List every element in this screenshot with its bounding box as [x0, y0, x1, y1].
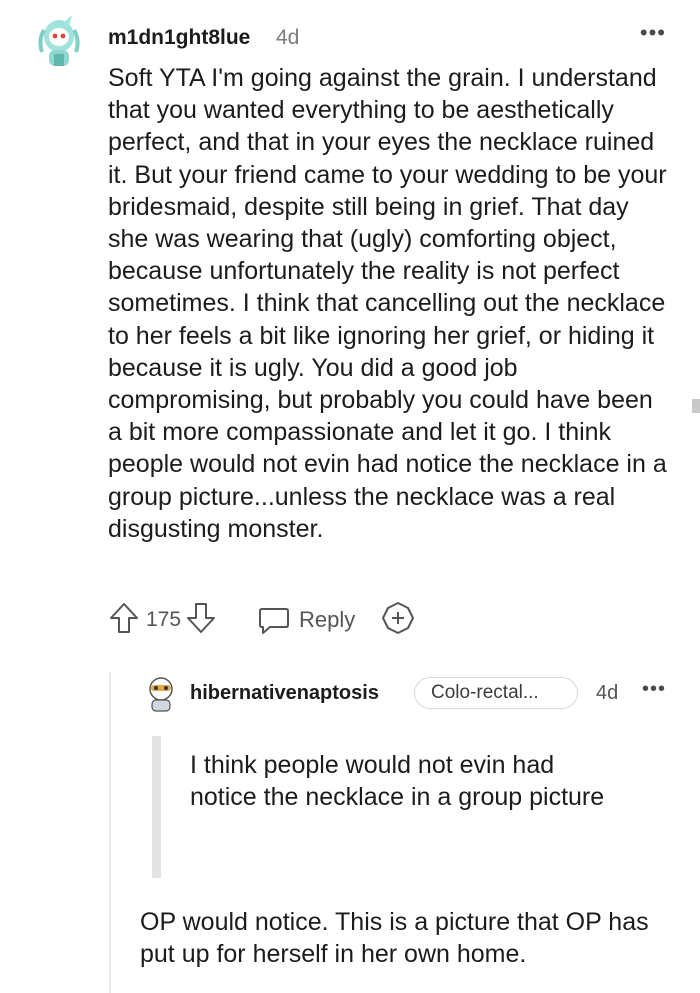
comment-username[interactable]: m1dn1ght8lue [108, 26, 250, 50]
reply-age: 4d [596, 682, 619, 704]
snoo-avatar-icon [149, 677, 173, 712]
reply-username[interactable]: hibernativenaptosis [190, 682, 379, 705]
more-options-icon[interactable]: ••• [640, 20, 666, 46]
vote-count: 175 [146, 608, 182, 631]
comment-actions: 175 Reply [108, 600, 415, 640]
thread-line[interactable] [109, 672, 111, 993]
reply-button[interactable]: Reply [257, 605, 355, 635]
scrollbar-thumb[interactable] [692, 399, 700, 413]
upvote-icon[interactable] [108, 601, 140, 640]
reply-body: OP would notice. This is a picture that … [140, 908, 649, 968]
user-avatar[interactable] [34, 10, 84, 72]
reply-user-avatar[interactable] [143, 674, 179, 714]
comment-body: Soft YTA I'm going against the grain. I … [108, 64, 667, 543]
quoted-text: I think people would not evin had notice… [190, 751, 605, 811]
comment-age: 4d [276, 26, 300, 49]
award-icon[interactable] [381, 601, 415, 640]
reply-more-options-icon[interactable]: ••• [642, 678, 666, 701]
user-flair[interactable]: Colo-rectal... [414, 677, 578, 709]
quote-bar [152, 736, 161, 878]
downvote-icon[interactable] [185, 601, 217, 640]
snoo-avatar-icon [38, 15, 80, 66]
reply-label: Reply [299, 607, 356, 632]
reply-icon [259, 608, 290, 634]
